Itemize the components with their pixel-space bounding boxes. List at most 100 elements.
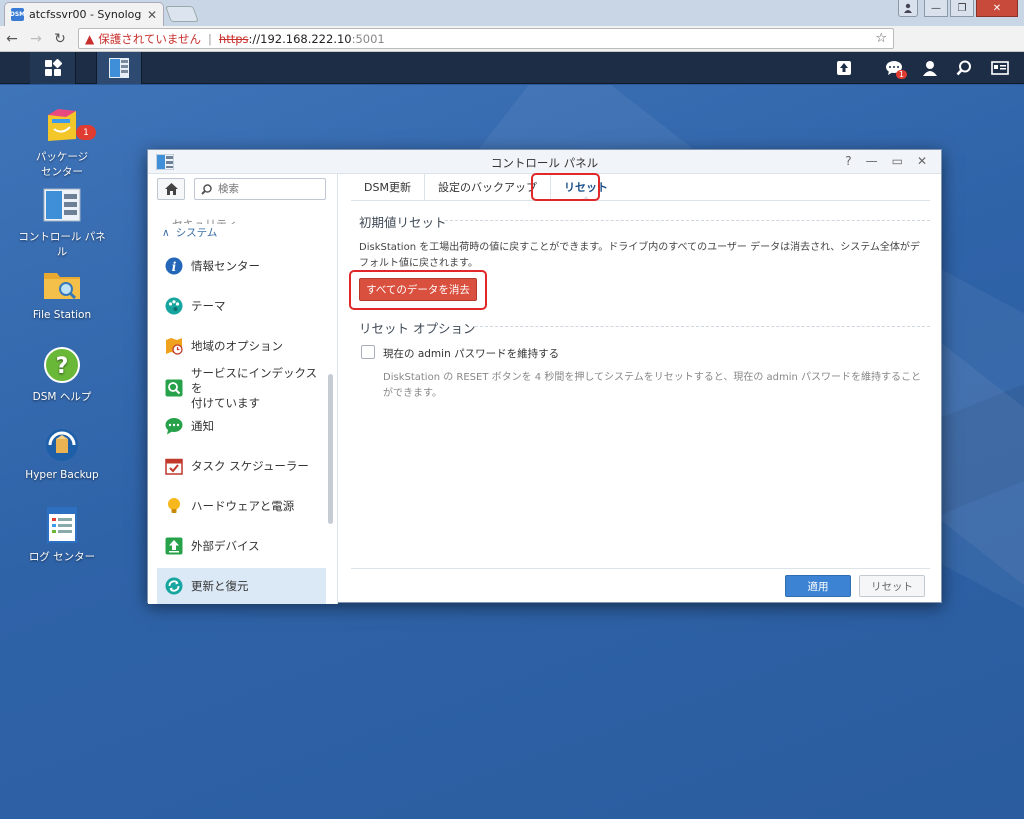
browser-tabstrip: DSM atcfssvr00 - Synology ✕ — ❐ ✕ [0, 0, 1024, 26]
lightbulb-icon [168, 498, 180, 513]
icon-label: パッケージ [35, 151, 89, 163]
tab-close-icon[interactable]: ✕ [147, 8, 157, 22]
section-label: システム [175, 227, 218, 239]
search-icon [201, 183, 212, 195]
forward-arrow-icon[interactable]: → [24, 27, 48, 51]
search-input[interactable] [218, 183, 308, 195]
notification-icon[interactable]: 1 [878, 52, 910, 84]
minimize-icon[interactable]: — [924, 0, 948, 17]
warning-icon: ▲ [85, 31, 95, 46]
sidebar-item-external-devices[interactable]: 外部デバイス [157, 528, 326, 564]
refresh-icon [165, 577, 183, 595]
control-panel-icon [42, 185, 82, 225]
sidebar-scrollbar[interactable] [328, 374, 333, 524]
taskbar-control-panel[interactable] [96, 52, 142, 84]
chevron-up-icon: ∧ [162, 226, 170, 239]
svg-text:?: ? [56, 354, 69, 379]
close-window-icon[interactable]: ✕ [976, 0, 1018, 17]
security-status: 保護されていません [98, 31, 202, 46]
minimize-icon[interactable]: — [866, 154, 878, 168]
window-titlebar[interactable]: コントロール パネル ? — ▭ ✕ [148, 150, 941, 174]
search-icon[interactable] [948, 52, 980, 84]
hyper-backup-icon [42, 425, 82, 465]
info-icon: i [165, 257, 183, 275]
sidebar-item-label: 更新と復元 [191, 578, 249, 593]
factory-reset-description: DiskStation を工場出荷時の値に戻すことができます。ドライブ内のすべて… [359, 242, 920, 269]
apply-button[interactable]: 適用 [785, 575, 851, 597]
desktop-icon-log-center[interactable]: ログ センター [14, 505, 110, 564]
sidebar-item-label: ハードウェアと電源 [191, 498, 295, 513]
icon-label: コントロール パネル [18, 231, 106, 258]
search-field[interactable] [194, 178, 326, 200]
external-device-icon [165, 537, 183, 555]
icon-label: センター [41, 166, 83, 178]
user-profile-icon[interactable] [898, 0, 918, 17]
keep-admin-password-label[interactable]: 現在の admin パスワードを維持する [383, 346, 559, 361]
folder-icon [42, 265, 82, 305]
package-center-icon: 1 [42, 105, 96, 145]
sidebar-item-theme[interactable]: テーマ [157, 288, 326, 324]
close-icon[interactable]: ✕ [917, 154, 927, 168]
icon-label: ログ センター [28, 551, 96, 563]
keep-admin-password-description: DiskStation の RESET ボタンを 4 秒間を押してシステムをリセ… [383, 372, 922, 399]
footer-divider [351, 568, 930, 569]
palette-icon [165, 297, 183, 315]
restore-icon[interactable]: ❐ [950, 0, 974, 17]
reset-button[interactable]: リセット [859, 575, 925, 597]
reload-icon[interactable]: ↻ [48, 27, 72, 51]
sidebar-section-system[interactable]: ∧ システム [162, 225, 217, 240]
browser-toolbar: ← → ↻ ▲ 保護されていません | https://192.168.222.… [0, 26, 1024, 72]
maximize-icon[interactable]: ▭ [892, 154, 903, 168]
sidebar-item-cut: セキュリティ [172, 216, 237, 224]
section-divider [445, 220, 930, 221]
back-arrow-icon[interactable]: ← [0, 27, 24, 51]
desktop-icon-file-station[interactable]: File Station [14, 265, 110, 321]
sidebar-item-label: 地域のオプション [191, 338, 283, 353]
window-title: コントロール パネル [490, 156, 599, 170]
sidebar-item-label: サービスにインデックスを 付けています [191, 365, 318, 410]
address-bar[interactable]: ▲ 保護されていません | https://192.168.222.10:500… [78, 28, 894, 49]
tab-dsm-update[interactable]: DSM更新 [351, 174, 425, 200]
tab-divider [351, 200, 930, 201]
window-controls: ? — ▭ ✕ [845, 154, 927, 168]
reset-options-title: リセット オプション [359, 321, 476, 336]
home-icon [164, 183, 178, 195]
sidebar-item-info-center[interactable]: i 情報センター [157, 248, 326, 284]
sidebar-item-label: タスク スケジューラー [191, 458, 309, 473]
desktop-icon-hyper-backup[interactable]: Hyper Backup [14, 425, 110, 481]
calendar-check-icon [165, 458, 183, 475]
url-text: https://192.168.222.10:5001 [218, 31, 385, 46]
url-separator: | [208, 31, 212, 46]
sidebar-item-indexing-service[interactable]: サービスにインデックスを 付けています [157, 365, 326, 410]
dsm-favicon-icon: DSM [10, 8, 25, 21]
widgets-icon[interactable] [984, 52, 1016, 84]
index-search-icon [165, 379, 183, 397]
desktop-icon-package-center[interactable]: 1 パッケージ センター [14, 105, 110, 179]
sidebar: セキュリティ ∧ システム i 情報センター テーマ 地域のオプション サービス… [148, 174, 338, 604]
browser-tab[interactable]: DSM atcfssvr00 - Synology ✕ [4, 2, 164, 26]
bookmark-star-icon[interactable]: ☆ [875, 31, 887, 46]
notification-badge: 1 [895, 70, 907, 79]
icon-label: File Station [32, 309, 92, 321]
sidebar-item-update-restore[interactable]: 更新と復元 [157, 568, 326, 604]
help-icon[interactable]: ? [845, 154, 851, 168]
main-menu-button[interactable] [30, 52, 76, 84]
desktop-icon-dsm-help[interactable]: ? DSM ヘルプ [14, 345, 110, 404]
desktop-icon-control-panel[interactable]: コントロール パネル [14, 185, 110, 259]
icon-label: Hyper Backup [25, 469, 99, 481]
package-update-badge: 1 [76, 125, 96, 140]
sidebar-item-notification[interactable]: 通知 [157, 408, 326, 444]
highlight-box-erase-button [349, 270, 487, 310]
window-controls: — ❐ ✕ [898, 0, 1018, 17]
new-tab-button[interactable] [165, 6, 199, 22]
sidebar-item-regional-options[interactable]: 地域のオプション [157, 328, 326, 364]
keep-admin-password-checkbox[interactable] [361, 345, 375, 359]
home-button[interactable] [157, 178, 185, 200]
tab-title: atcfssvr00 - Synology [29, 8, 142, 21]
sidebar-item-task-scheduler[interactable]: タスク スケジューラー [157, 448, 326, 484]
user-icon[interactable] [914, 52, 946, 84]
upload-icon[interactable] [828, 52, 860, 84]
control-panel-window: コントロール パネル ? — ▭ ✕ セキュリティ ∧ システム i 情報センタ… [147, 149, 942, 604]
help-icon: ? [42, 345, 82, 385]
sidebar-item-hardware-power[interactable]: ハードウェアと電源 [157, 488, 326, 524]
